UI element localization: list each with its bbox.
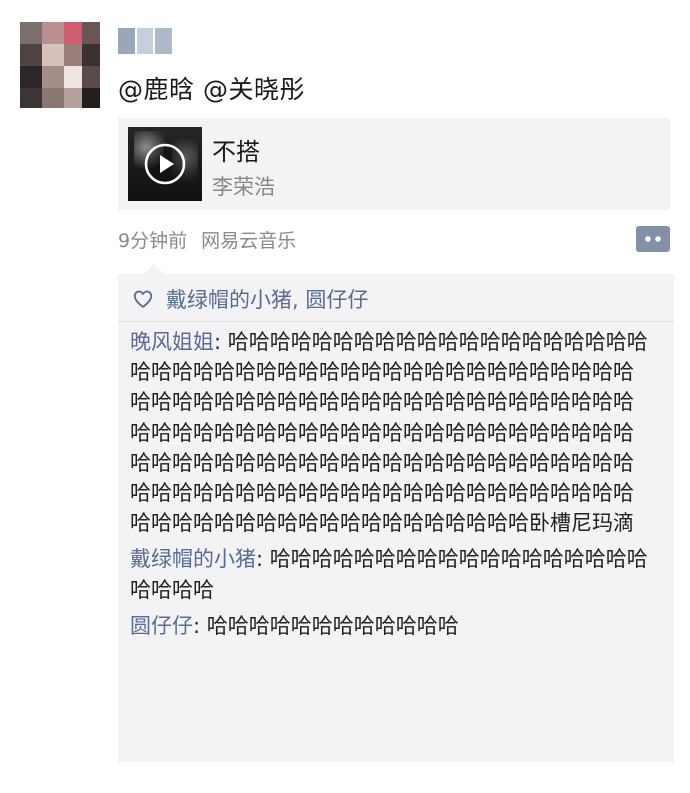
post-time: 9分钟前 — [118, 230, 188, 252]
comment-bubble-icon[interactable] — [636, 226, 670, 252]
song-title: 不搭 — [212, 138, 260, 166]
comment-text: 哈哈哈哈哈哈哈哈哈哈哈哈哈哈哈哈哈哈哈哈哈哈哈哈哈哈哈哈哈哈哈哈哈哈哈哈哈哈哈哈… — [130, 330, 648, 536]
comment-list: 晚风姐姐: 哈哈哈哈哈哈哈哈哈哈哈哈哈哈哈哈哈哈哈哈哈哈哈哈哈哈哈哈哈哈哈哈哈哈… — [130, 327, 650, 647]
comment-item[interactable]: 戴绿帽的小猪: 哈哈哈哈哈哈哈哈哈哈哈哈哈哈哈哈哈哈哈哈哈哈 — [130, 544, 650, 604]
album-cover — [128, 127, 202, 201]
post-text: @鹿晗 @关晓彤 — [118, 75, 305, 104]
post-source[interactable]: 网易云音乐 — [201, 230, 296, 252]
comment-item[interactable]: 晚风姐姐: 哈哈哈哈哈哈哈哈哈哈哈哈哈哈哈哈哈哈哈哈哈哈哈哈哈哈哈哈哈哈哈哈哈哈… — [130, 327, 650, 538]
comment-author[interactable]: 戴绿帽的小猪 — [130, 547, 256, 571]
comment-separator: : — [214, 330, 228, 354]
comment-text: 哈哈哈哈哈哈哈哈哈哈哈哈 — [206, 613, 459, 638]
comment-separator: : — [256, 547, 270, 572]
comment-separator: : — [193, 613, 207, 638]
comment-author[interactable]: 晚风姐姐 — [130, 330, 214, 354]
comment-author[interactable]: 圆仔仔 — [130, 614, 193, 638]
play-circle-icon[interactable] — [143, 142, 187, 186]
nickname-blurred[interactable] — [118, 28, 173, 54]
comment-item[interactable]: 圆仔仔: 哈哈哈哈哈哈哈哈哈哈哈哈 — [130, 611, 650, 641]
divider — [118, 321, 674, 322]
avatar[interactable] — [20, 22, 100, 108]
interaction-panel: 戴绿帽的小猪, 圆仔仔 晚风姐姐: 哈哈哈哈哈哈哈哈哈哈哈哈哈哈哈哈哈哈哈哈哈哈… — [118, 264, 674, 762]
music-card[interactable]: 不搭 李荣浩 — [118, 118, 670, 210]
heart-outline-icon — [133, 290, 153, 308]
post-meta: 9分钟前 网易云音乐 — [118, 226, 296, 253]
song-artist: 李荣浩 — [212, 175, 275, 199]
likes-row: 戴绿帽的小猪, 圆仔仔 — [132, 284, 662, 314]
likes-names[interactable]: 戴绿帽的小猪, 圆仔仔 — [166, 284, 368, 314]
